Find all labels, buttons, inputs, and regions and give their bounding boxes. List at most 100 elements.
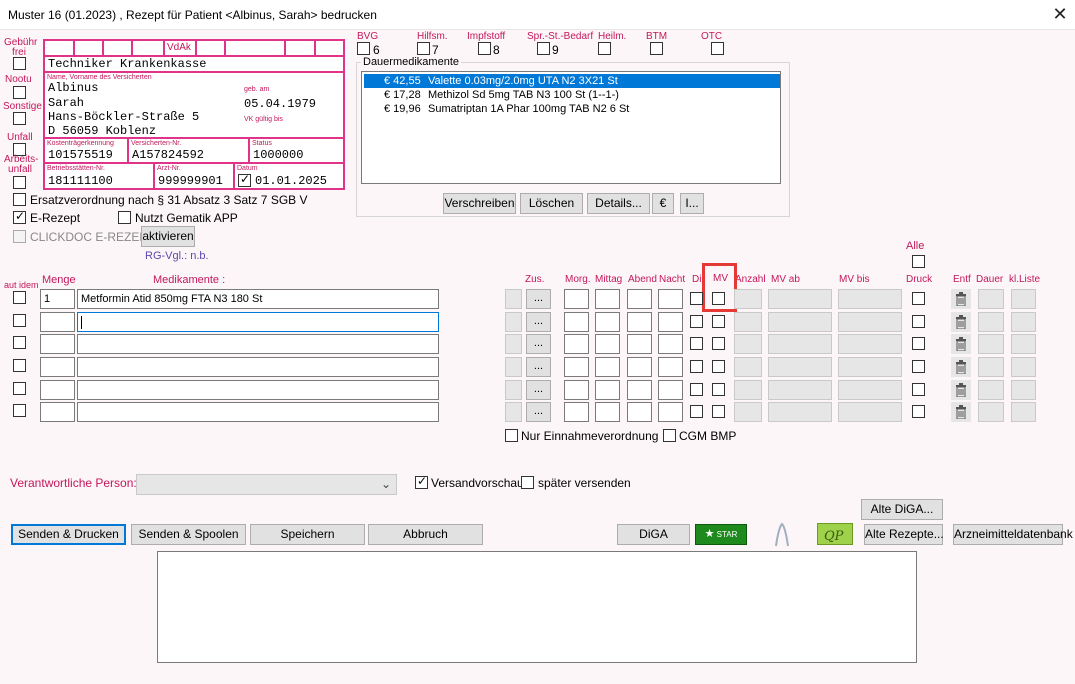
verantwortlich-select[interactable]: ⌄: [136, 474, 397, 495]
menge-input[interactable]: 1: [40, 289, 75, 309]
morg-input[interactable]: [564, 312, 589, 332]
di-checkbox[interactable]: [690, 405, 703, 418]
klliste-field[interactable]: [1011, 312, 1036, 332]
anzahl-field[interactable]: [734, 289, 762, 309]
senden-spoolen-button[interactable]: Senden & Spoolen: [131, 524, 246, 545]
trash-icon[interactable]: [951, 289, 971, 309]
druck-checkbox[interactable]: [912, 383, 925, 396]
dauer-item[interactable]: € 17,28 Methizol Sd 5mg TAB N3 100 St (1…: [364, 88, 780, 102]
nacht-input[interactable]: [658, 289, 683, 309]
speichern-button[interactable]: Speichern: [250, 524, 365, 545]
spaeter-checkbox[interactable]: [521, 476, 534, 489]
verschreiben-button[interactable]: Verschreiben: [443, 193, 516, 214]
otc-checkbox[interactable]: [711, 42, 724, 55]
menge-input[interactable]: [40, 380, 75, 400]
mv-checkbox[interactable]: [712, 292, 725, 305]
morg-input[interactable]: [564, 334, 589, 354]
klliste-field[interactable]: [1011, 289, 1036, 309]
zus-field[interactable]: [505, 289, 522, 309]
hilfsm-checkbox[interactable]: [417, 42, 430, 55]
cgm-checkbox[interactable]: [663, 429, 676, 442]
klliste-field[interactable]: [1011, 402, 1036, 422]
mittag-input[interactable]: [595, 380, 620, 400]
senden-drucken-button[interactable]: Senden & Drucken: [11, 524, 126, 545]
di-checkbox[interactable]: [690, 315, 703, 328]
morg-input[interactable]: [564, 402, 589, 422]
alle-checkbox[interactable]: [912, 255, 925, 268]
einnahme-checkbox[interactable]: [505, 429, 518, 442]
dauer-field[interactable]: [978, 380, 1004, 400]
menge-input[interactable]: [40, 334, 75, 354]
di-checkbox[interactable]: [690, 337, 703, 350]
dauer-list[interactable]: € 42,55 Valette 0.03mg/2.0mg UTA N2 3X21…: [361, 71, 781, 184]
arzneimitteldatenbank-button[interactable]: Arzneimitteldatenbank: [953, 524, 1073, 545]
erezept-checkbox[interactable]: [13, 209, 26, 224]
diga-button[interactable]: DiGA: [617, 524, 690, 545]
clickdoc-checkbox[interactable]: [13, 230, 26, 243]
qp-logo-icon[interactable]: QP: [817, 523, 853, 545]
mvbis-field[interactable]: [838, 402, 902, 422]
mittag-input[interactable]: [595, 357, 620, 377]
abbruch-button[interactable]: Abbruch: [368, 524, 483, 545]
arrow-logo-icon[interactable]: [772, 522, 792, 548]
medikament-input[interactable]: [77, 334, 439, 354]
versandvorschau-checkbox[interactable]: [415, 474, 428, 489]
klliste-field[interactable]: [1011, 380, 1036, 400]
dauer-field[interactable]: [978, 357, 1004, 377]
di-checkbox[interactable]: [690, 383, 703, 396]
mittag-input[interactable]: [595, 312, 620, 332]
flag-sonstige-checkbox[interactable]: [13, 112, 26, 125]
mvab-field[interactable]: [768, 357, 832, 377]
menge-input[interactable]: [40, 402, 75, 422]
zus-more-button[interactable]: ...: [526, 334, 551, 354]
euro-button[interactable]: €: [652, 193, 674, 214]
dauer-item[interactable]: € 19,96 Sumatriptan 1A Phar 100mg TAB N2…: [364, 102, 780, 116]
dauer-field[interactable]: [978, 289, 1004, 309]
menge-input[interactable]: [40, 312, 75, 332]
star-button[interactable]: ★ STAR: [695, 524, 747, 545]
mvab-field[interactable]: [768, 312, 832, 332]
dauer-field[interactable]: [978, 312, 1004, 332]
druck-checkbox[interactable]: [912, 405, 925, 418]
impfstoff-checkbox[interactable]: [478, 42, 491, 55]
mv-checkbox[interactable]: [712, 360, 725, 373]
zus-field[interactable]: [505, 380, 522, 400]
close-icon[interactable]: ✕: [1050, 4, 1070, 24]
mvab-field[interactable]: [768, 380, 832, 400]
loeschen-button[interactable]: Löschen: [520, 193, 583, 214]
medikament-input[interactable]: [77, 402, 439, 422]
menge-input[interactable]: [40, 357, 75, 377]
trash-icon[interactable]: [951, 380, 971, 400]
druck-checkbox[interactable]: [912, 360, 925, 373]
datum-checkbox[interactable]: [238, 172, 251, 187]
medikament-input[interactable]: [77, 312, 439, 332]
mvab-field[interactable]: [768, 334, 832, 354]
autidem-checkbox[interactable]: [13, 359, 26, 372]
bvg-checkbox[interactable]: [357, 42, 370, 55]
trash-icon[interactable]: [951, 357, 971, 377]
zus-more-button[interactable]: ...: [526, 289, 551, 309]
ersatz-checkbox[interactable]: [13, 193, 26, 206]
anzahl-field[interactable]: [734, 357, 762, 377]
zus-field[interactable]: [505, 357, 522, 377]
flag-gebuehr-checkbox[interactable]: [13, 57, 26, 70]
mittag-input[interactable]: [595, 334, 620, 354]
autidem-checkbox[interactable]: [13, 382, 26, 395]
mittag-input[interactable]: [595, 289, 620, 309]
abend-input[interactable]: [627, 334, 652, 354]
medikament-input[interactable]: [77, 357, 439, 377]
mv-checkbox[interactable]: [712, 405, 725, 418]
nacht-input[interactable]: [658, 402, 683, 422]
zus-field[interactable]: [505, 312, 522, 332]
dauer-item[interactable]: € 42,55 Valette 0.03mg/2.0mg UTA N2 3X21…: [364, 74, 780, 88]
mittag-input[interactable]: [595, 402, 620, 422]
dauer-field[interactable]: [978, 402, 1004, 422]
anzahl-field[interactable]: [734, 334, 762, 354]
sprst-checkbox[interactable]: [537, 42, 550, 55]
mvbis-field[interactable]: [838, 334, 902, 354]
mvbis-field[interactable]: [838, 312, 902, 332]
klliste-field[interactable]: [1011, 334, 1036, 354]
klliste-field[interactable]: [1011, 357, 1036, 377]
medikament-input[interactable]: Metformin Atid 850mg FTA N3 180 St: [77, 289, 439, 309]
zus-more-button[interactable]: ...: [526, 402, 551, 422]
